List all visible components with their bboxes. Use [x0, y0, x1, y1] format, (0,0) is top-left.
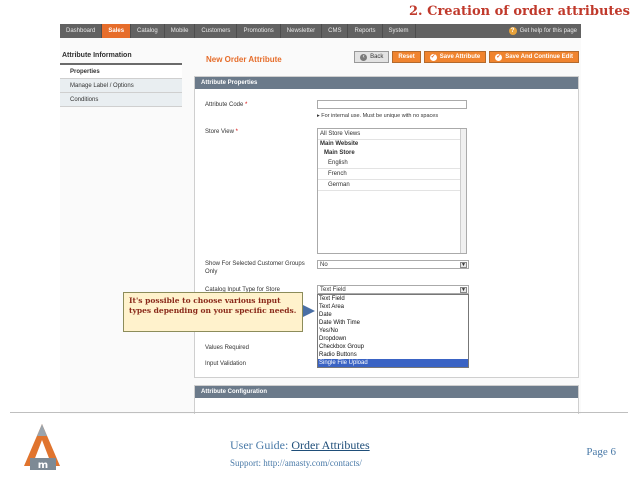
- nav-mobile[interactable]: Mobile: [165, 24, 196, 38]
- nav-cms[interactable]: CMS: [322, 24, 349, 38]
- attribute-configuration-section: Attribute Configuration: [194, 385, 579, 414]
- help-icon: ?: [508, 27, 517, 35]
- input-type-option[interactable]: Dropdown: [318, 335, 468, 343]
- arrow-left-icon: ‹: [360, 53, 368, 61]
- slide-header: 2. Creation of order attributes: [409, 4, 630, 19]
- input-type-option[interactable]: Date: [318, 311, 468, 319]
- customer-groups-label: Show For Selected Customer Groups Only: [205, 261, 305, 275]
- input-type-option[interactable]: Text Area: [318, 303, 468, 311]
- amasty-logo: m: [24, 424, 60, 471]
- footer-divider: [10, 412, 628, 413]
- attribute-code-input[interactable]: [317, 100, 467, 109]
- nav-reports[interactable]: Reports: [348, 24, 383, 38]
- tab-properties[interactable]: Properties: [60, 65, 182, 79]
- back-button-label: Back: [370, 54, 384, 60]
- store-option-german[interactable]: German: [318, 180, 466, 191]
- help-label: Get help for this page: [519, 28, 577, 34]
- input-type-option[interactable]: Checkbox Group: [318, 343, 468, 351]
- attribute-configuration-header: Attribute Configuration: [195, 386, 578, 398]
- action-buttons: ‹ Back Reset ✓ Save Attribute ✓ Save And…: [354, 51, 579, 63]
- svg-text:m: m: [38, 460, 48, 471]
- tab-manage-label-options[interactable]: Manage Label / Options: [60, 79, 182, 93]
- support-line[interactable]: Support: http://amasty.com/contacts/: [230, 458, 362, 468]
- store-option-english[interactable]: English: [318, 158, 466, 169]
- nav-newsletter[interactable]: Newsletter: [281, 24, 323, 38]
- nav-system[interactable]: System: [383, 24, 416, 38]
- input-validation-label: Input Validation: [205, 361, 246, 367]
- order-attributes-link[interactable]: Order Attributes: [291, 438, 369, 452]
- reset-button[interactable]: Reset: [392, 51, 421, 63]
- attribute-properties-header: Attribute Properties: [195, 77, 578, 89]
- input-type-option[interactable]: Yes/No: [318, 327, 468, 335]
- attribute-code-label: Attribute Code *: [205, 101, 247, 109]
- page-title: New Order Attribute: [206, 55, 282, 64]
- back-button[interactable]: ‹ Back: [354, 51, 390, 63]
- attribute-code-note-text: For internal use. Must be unique with no…: [321, 113, 439, 119]
- callout-arrow-icon: [303, 305, 315, 317]
- footer-title: User Guide: Order Attributes: [230, 438, 370, 453]
- top-navigation: Dashboard Sales Catalog Mobile Customers…: [60, 24, 581, 38]
- check-icon: ✓: [495, 53, 503, 61]
- values-required-label: Values Required: [205, 345, 249, 351]
- attribute-code-note: ▸ For internal use. Must be unique with …: [317, 113, 438, 119]
- input-type-option-selected[interactable]: Single File Upload: [318, 359, 468, 367]
- input-type-option[interactable]: Date With Time: [318, 319, 468, 327]
- sidebar-title: Attribute Information: [60, 50, 182, 65]
- chevron-down-icon: ▼: [460, 262, 467, 268]
- store-option-all[interactable]: All Store Views: [318, 129, 466, 140]
- store-option-french[interactable]: French: [318, 169, 466, 180]
- save-continue-button-label: Save And Continue Edit: [505, 54, 573, 60]
- input-type-option[interactable]: Text Field: [318, 295, 468, 303]
- store-view-multiselect[interactable]: All Store Views Main Website Main Store …: [317, 128, 467, 254]
- store-view-scrollbar[interactable]: [460, 129, 466, 253]
- footer-prefix: User Guide:: [230, 438, 292, 452]
- save-button[interactable]: ✓ Save Attribute: [423, 51, 487, 63]
- customer-groups-value: No: [320, 262, 328, 268]
- input-type-value: Text Field: [320, 287, 346, 293]
- page-number: Page 6: [586, 446, 616, 458]
- attribute-code-label-text: Attribute Code: [205, 102, 244, 108]
- store-group-website: Main Website: [320, 141, 359, 147]
- check-icon: ✓: [429, 53, 437, 61]
- input-type-option[interactable]: Radio Buttons: [318, 351, 468, 359]
- nav-sales[interactable]: Sales: [102, 24, 132, 38]
- reset-button-label: Reset: [398, 54, 415, 60]
- required-mark: *: [235, 129, 238, 135]
- store-view-label-text: Store View: [205, 129, 234, 135]
- callout-note: It's possible to choose various input ty…: [123, 292, 303, 332]
- nav-catalog[interactable]: Catalog: [131, 24, 165, 38]
- required-mark: *: [245, 102, 248, 108]
- chevron-down-icon: ▼: [460, 287, 467, 293]
- help-link[interactable]: ? Get help for this page: [508, 27, 581, 35]
- nav-customers[interactable]: Customers: [195, 24, 238, 38]
- store-group-store: Main Store: [324, 150, 355, 156]
- nav-dashboard[interactable]: Dashboard: [60, 24, 103, 38]
- input-type-select[interactable]: Text Field ▼: [317, 285, 469, 294]
- store-view-label: Store View *: [205, 128, 238, 136]
- nav-promotions[interactable]: Promotions: [237, 24, 281, 38]
- save-button-label: Save Attribute: [439, 54, 481, 60]
- tab-conditions[interactable]: Conditions: [60, 93, 182, 107]
- sidebar: Attribute Information Properties Manage …: [60, 50, 182, 107]
- customer-groups-select[interactable]: No ▼: [317, 260, 469, 269]
- save-continue-button[interactable]: ✓ Save And Continue Edit: [489, 51, 579, 63]
- input-type-dropdown[interactable]: Text Field Text Area Date Date With Time…: [317, 294, 469, 368]
